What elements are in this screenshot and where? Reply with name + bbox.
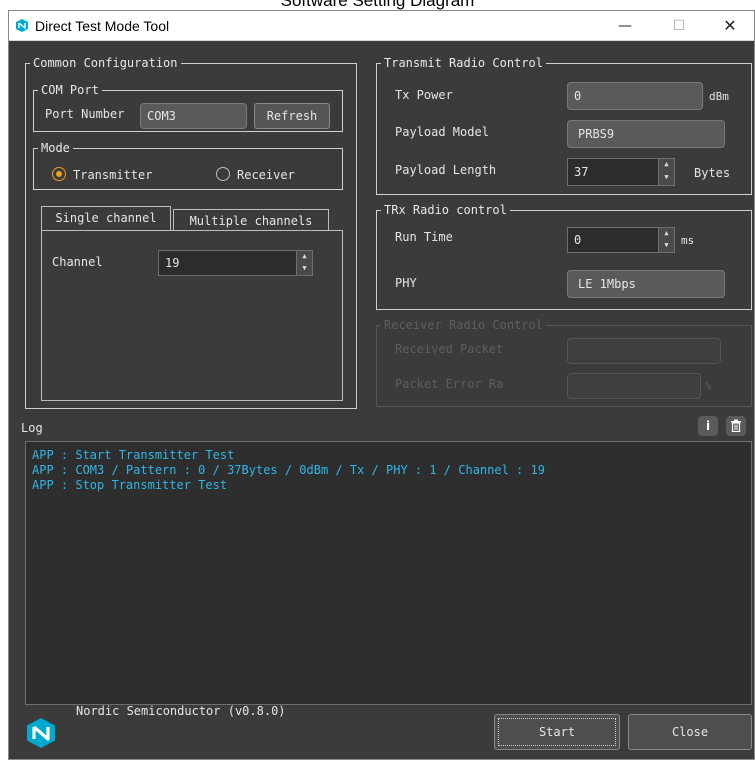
payload-length-value: 37 [574,165,589,179]
packet-error-rate-unit: % [705,381,712,392]
chevron-down-icon[interactable]: ▼ [297,263,312,275]
log-line: APP : COM3 / Pattern : 0 / 37Bytes / 0dB… [32,463,545,477]
receiver-radio[interactable] [216,167,230,181]
run-time-unit: ms [681,234,695,247]
run-time-value: 0 [574,233,582,247]
chevron-up-icon[interactable]: ▲ [659,228,674,240]
payload-model-select[interactable]: PRBS9 [567,120,725,148]
phy-select[interactable]: LE 1Mbps [567,270,725,298]
log-line: APP : Stop Transmitter Test [32,478,228,492]
received-packet-label: Received Packet [395,342,504,356]
payload-model-label: Payload Model [395,125,489,139]
received-packet-field [567,338,721,364]
receiver-label: Receiver [237,168,295,182]
log-title: Log [21,421,43,435]
tab-multiple-channels[interactable]: Multiple channels [173,209,329,231]
chevron-up-icon[interactable]: ▲ [659,159,674,172]
transmit-radio-control-title: Transmit Radio Control [381,56,546,70]
chevron-up-icon[interactable]: ▲ [297,251,312,263]
phy-label: PHY [395,276,417,290]
close-button[interactable]: Close [628,714,752,750]
start-button[interactable]: Start [494,714,620,750]
payload-length-spinbox[interactable]: 37 ▲ ▼ [567,158,675,186]
trash-icon[interactable] [726,416,746,436]
log-output[interactable]: APP : Start Transmitter Test APP : COM3 … [25,441,752,705]
port-number-field[interactable]: COM3 [140,103,247,129]
payload-length-label: Payload Length [395,163,497,177]
run-time-stepper[interactable]: ▲ ▼ [658,228,674,252]
minimize-button[interactable]: — [602,11,648,41]
channel-value: 19 [165,256,180,270]
tx-power-field[interactable]: 0 [567,82,703,110]
info-icon[interactable]: i [698,416,718,436]
channel-stepper[interactable]: ▲ ▼ [296,251,312,275]
packet-error-rate-field [567,373,701,399]
diagram-caption: Software Setting Diagram [280,0,475,10]
brand-version-label: Nordic Semiconductor (v0.8.0) [76,704,286,718]
packet-error-rate-label: Packet Error Ra [395,377,504,391]
tx-power-unit: dBm [709,90,729,103]
maximize-button[interactable]: ☐ [656,11,702,41]
channel-label: Channel [52,255,103,269]
window-title: Direct Test Mode Tool [35,18,170,34]
common-configuration-title: Common Configuration [30,56,181,70]
payload-length-stepper[interactable]: ▲ ▼ [658,159,674,185]
close-window-button[interactable]: ✕ [707,11,753,41]
title-bar: Direct Test Mode Tool — ☐ ✕ [9,11,754,41]
tx-power-label: Tx Power [395,88,453,102]
app-window: Direct Test Mode Tool — ☐ ✕ Common Confi… [8,10,755,760]
nordic-logo-icon [16,19,28,32]
channel-spinbox[interactable]: 19 ▲ ▼ [158,250,313,276]
transmitter-radio[interactable] [52,167,66,181]
chevron-down-icon[interactable]: ▼ [659,172,674,185]
transmitter-label: Transmitter [73,168,153,182]
log-line: APP : Start Transmitter Test [32,448,235,462]
trx-radio-control-title: TRx Radio control [381,203,510,217]
payload-length-unit: Bytes [694,166,731,180]
receiver-radio-control-title: Receiver Radio Control [381,318,546,332]
chevron-down-icon[interactable]: ▼ [659,240,674,252]
run-time-spinbox[interactable]: 0 ▲ ▼ [567,227,675,253]
mode-title: Mode [38,141,73,155]
nordic-semiconductor-logo [27,718,55,748]
refresh-button[interactable]: Refresh [254,103,330,129]
run-time-label: Run Time [395,230,453,244]
com-port-title: COM Port [38,83,102,97]
tab-single-channel[interactable]: Single channel [41,206,171,230]
port-number-label: Port Number [45,107,125,121]
